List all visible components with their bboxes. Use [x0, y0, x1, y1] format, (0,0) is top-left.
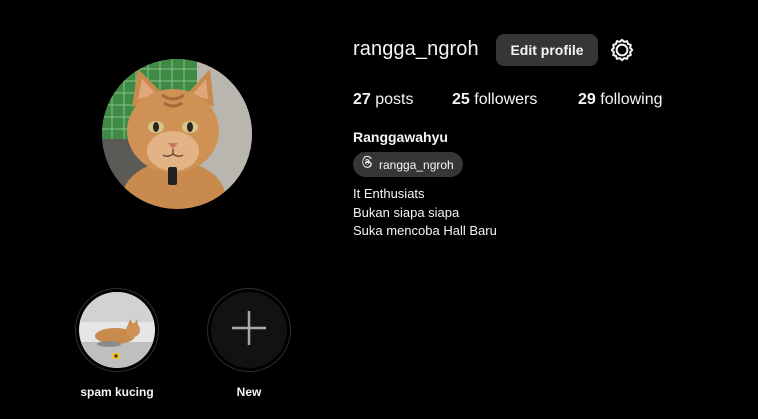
bio-line: It Enthusiats [353, 186, 425, 201]
followers-count: 25 [452, 91, 470, 108]
posts-count: 27 [353, 91, 371, 108]
plus-icon [229, 308, 269, 353]
profile-avatar[interactable] [102, 59, 252, 209]
threads-handle: rangga_ngroh [379, 157, 454, 172]
following-label: following [600, 91, 663, 108]
bio-line: Suka mencoba Hall Baru [353, 223, 497, 238]
highlight-label: New [236, 385, 262, 399]
following-link[interactable]: 29 following [578, 91, 663, 109]
gear-icon[interactable] [610, 38, 634, 62]
threads-badge[interactable]: rangga_ngroh [353, 152, 463, 177]
threads-icon [360, 155, 374, 174]
profile-full-name: Ranggawahyu [353, 129, 448, 145]
highlight-ring [207, 288, 291, 372]
profile-username: rangga_ngroh [353, 38, 479, 60]
following-count: 29 [578, 91, 596, 108]
highlight-label: spam kucing [80, 385, 154, 399]
bio-line: Bukan siapa siapa [353, 204, 460, 220]
new-highlight-button[interactable]: New [207, 288, 291, 399]
highlight-cover [79, 292, 155, 368]
highlight-cover [211, 292, 287, 368]
cat-thumbnail [79, 292, 155, 368]
followers-link[interactable]: 25 followers [452, 91, 537, 109]
posts-stat: 27 posts [353, 91, 414, 109]
highlight-spam-kucing[interactable]: spam kucing [75, 288, 159, 399]
posts-label: posts [375, 91, 414, 108]
cat-photo [102, 59, 252, 209]
followers-label: followers [474, 91, 538, 108]
edit-profile-button[interactable]: Edit profile [496, 34, 598, 66]
highlight-ring [75, 288, 159, 372]
profile-bio: It Enthusiats Bukan siapa siapa Suka men… [353, 185, 497, 241]
